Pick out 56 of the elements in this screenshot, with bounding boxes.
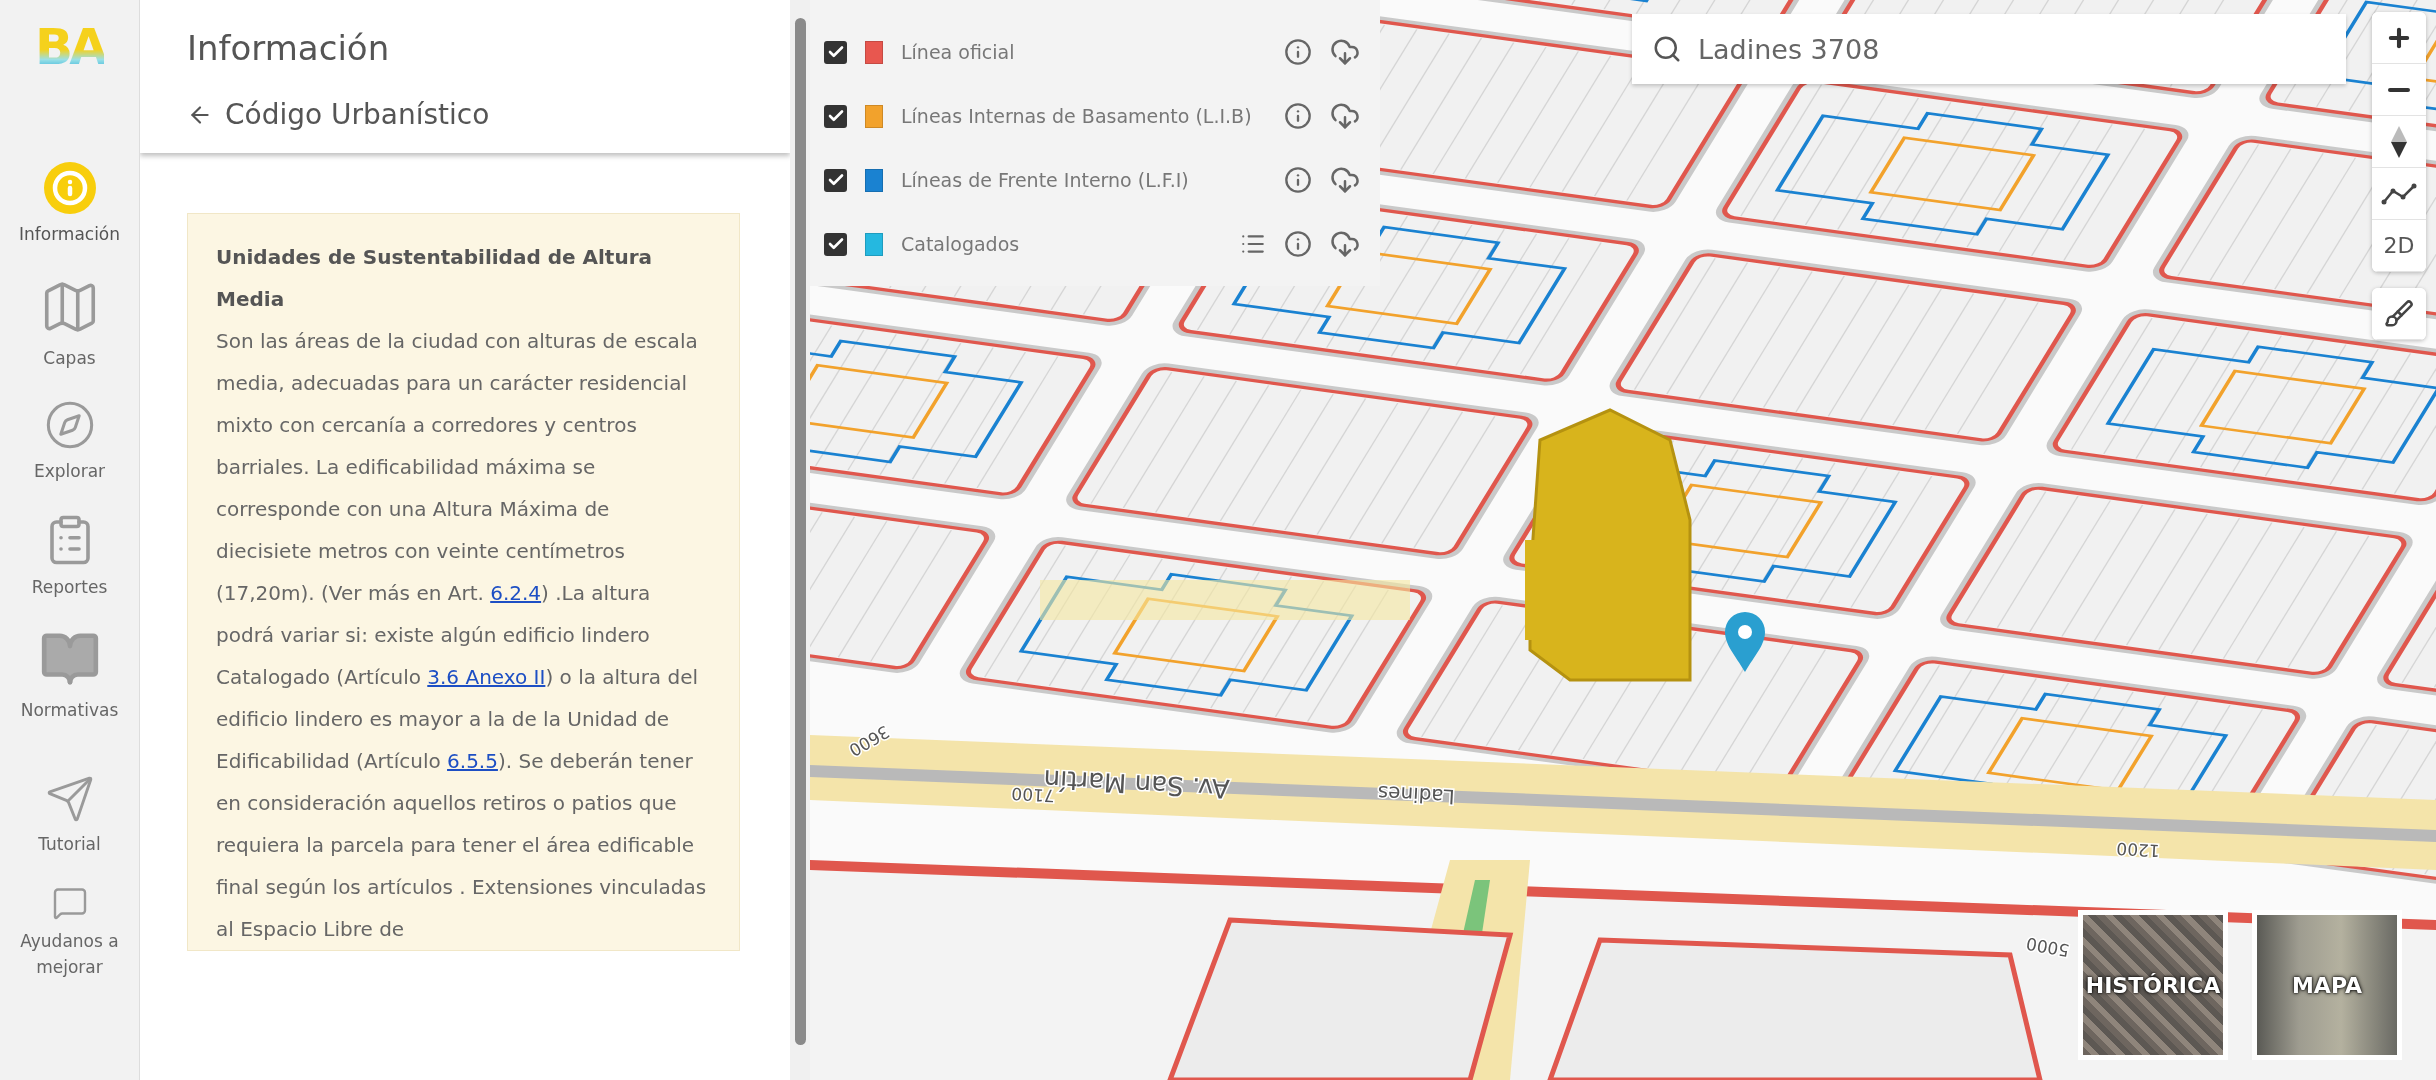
line-chart-icon [2381, 181, 2417, 206]
cloud-download-icon [1330, 229, 1360, 259]
search-icon [1652, 34, 1682, 64]
card-paragraph: Son las áreas de la ciudad con alturas de escala media, adecuadas para un carácter residencial mixto con cercanía a corredores y centros barriales. La edificabilidad máxima se corresponde con una Altura Máxima de diecisiete metros con veinte centímetros (17,20m). (Ver más en Art. 6.2.4) .La altura podrá variar si: existe algún edificio lindero Catalogado (Artículo 3.6 Anexo II) o la altura del edificio lindero es mayor a la de la Unidad de Edificabilidad (Artículo 6.5.5). Se deberán tener en consideración aquellos retiros o patios que requiera la parcela para tener el área edificable final según los artículos . Extensiones vinculadas al Espacio Libre de [216, 328, 708, 943]
minus-icon [2388, 87, 2410, 92]
map-label: Ladines [1377, 780, 1456, 809]
cloud-download-icon [1330, 37, 1360, 67]
layer-label: Líneas Internas de Basamento (L.I.B) [901, 105, 1253, 127]
info-button[interactable] [1284, 230, 1312, 258]
download-button[interactable] [1330, 229, 1360, 259]
scrollbar-thumb[interactable] [794, 18, 806, 1045]
brush-icon [2384, 298, 2414, 329]
info-button[interactable] [1284, 166, 1312, 194]
search-field[interactable]: Ladines 3708 [1632, 14, 2346, 84]
message-icon [51, 885, 88, 921]
sidebar-item[interactable]: Explorar [4, 399, 135, 485]
article-link[interactable]: 6.5.5 [447, 749, 498, 773]
info-icon [43, 162, 96, 214]
basemap-button[interactable]: HISTÓRICA [2078, 910, 2228, 1060]
article-link[interactable]: 3.6 Anexo II [427, 665, 546, 689]
layer-checkbox[interactable] [824, 104, 847, 128]
sidebar-item[interactable]: Capas [4, 275, 135, 371]
cloud-download-icon [1330, 165, 1360, 195]
info-icon [1284, 102, 1312, 130]
zoom-out-button[interactable] [2372, 64, 2426, 116]
card-title: Unidades de Sustentabilidad de Altura Media [216, 244, 653, 313]
info-icon [1284, 230, 1312, 258]
layer-label: Líneas de Frente Interno (L.F.I) [901, 169, 1190, 191]
sidebar-item[interactable]: Normativas [4, 628, 135, 724]
layer-label: Catalogados [901, 233, 1021, 255]
download-button[interactable] [1330, 101, 1360, 131]
compass-button[interactable] [2372, 116, 2426, 168]
layer-checkbox[interactable] [824, 40, 847, 64]
layer-checkbox[interactable] [824, 232, 847, 256]
sidebar-item[interactable]: Tutorial [4, 773, 135, 857]
brush-button[interactable] [2372, 288, 2426, 340]
measure-button[interactable] [2372, 168, 2426, 220]
layer-label: Línea oficial [901, 41, 1016, 63]
info-icon [1284, 38, 1312, 66]
back-link[interactable]: Código Urbanístico [187, 98, 750, 131]
article-link[interactable]: 6.2.4 [490, 581, 542, 605]
info-button[interactable] [1284, 38, 1312, 66]
download-button[interactable] [1330, 37, 1360, 67]
map-label: 1200 [2115, 838, 2161, 861]
layer-checkbox[interactable] [824, 168, 847, 192]
download-button[interactable] [1330, 165, 1360, 195]
zoom-in-button[interactable] [2372, 12, 2426, 64]
cloud-download-icon [1330, 101, 1360, 131]
panel-title: Información [187, 28, 391, 68]
sidebar-item[interactable]: Ayudanos a mejorar [4, 885, 135, 980]
view-mode-button[interactable]: 2D [2372, 220, 2426, 272]
info-button[interactable] [1284, 102, 1312, 130]
sidebar-item[interactable]: Información [4, 162, 135, 248]
map-label: 5000 [2024, 933, 2071, 961]
info-icon [1284, 166, 1312, 194]
sidebar-item[interactable]: Reportes [4, 512, 135, 600]
